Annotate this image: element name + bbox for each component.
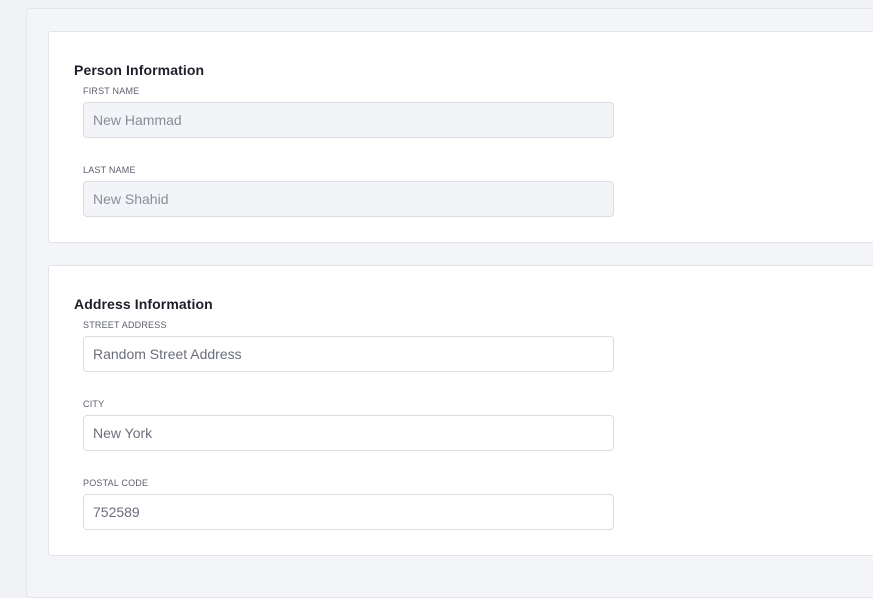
first-name-label: FIRST NAME xyxy=(83,86,140,96)
postal-code-label: POSTAL CODE xyxy=(83,478,149,488)
first-name-input[interactable] xyxy=(83,102,614,138)
address-information-title: Address Information xyxy=(74,296,213,312)
person-information-title: Person Information xyxy=(74,62,205,78)
last-name-input[interactable] xyxy=(83,181,614,217)
city-input[interactable] xyxy=(83,415,614,451)
person-information-card: Person Information FIRST NAME LAST NAME xyxy=(48,31,873,243)
street-address-label: STREET ADDRESS xyxy=(83,320,167,330)
address-information-card: Address Information STREET ADDRESS CITY … xyxy=(48,265,873,556)
street-address-input[interactable] xyxy=(83,336,614,372)
city-label: CITY xyxy=(83,399,105,409)
last-name-label: LAST NAME xyxy=(83,165,136,175)
postal-code-input[interactable] xyxy=(83,494,614,530)
